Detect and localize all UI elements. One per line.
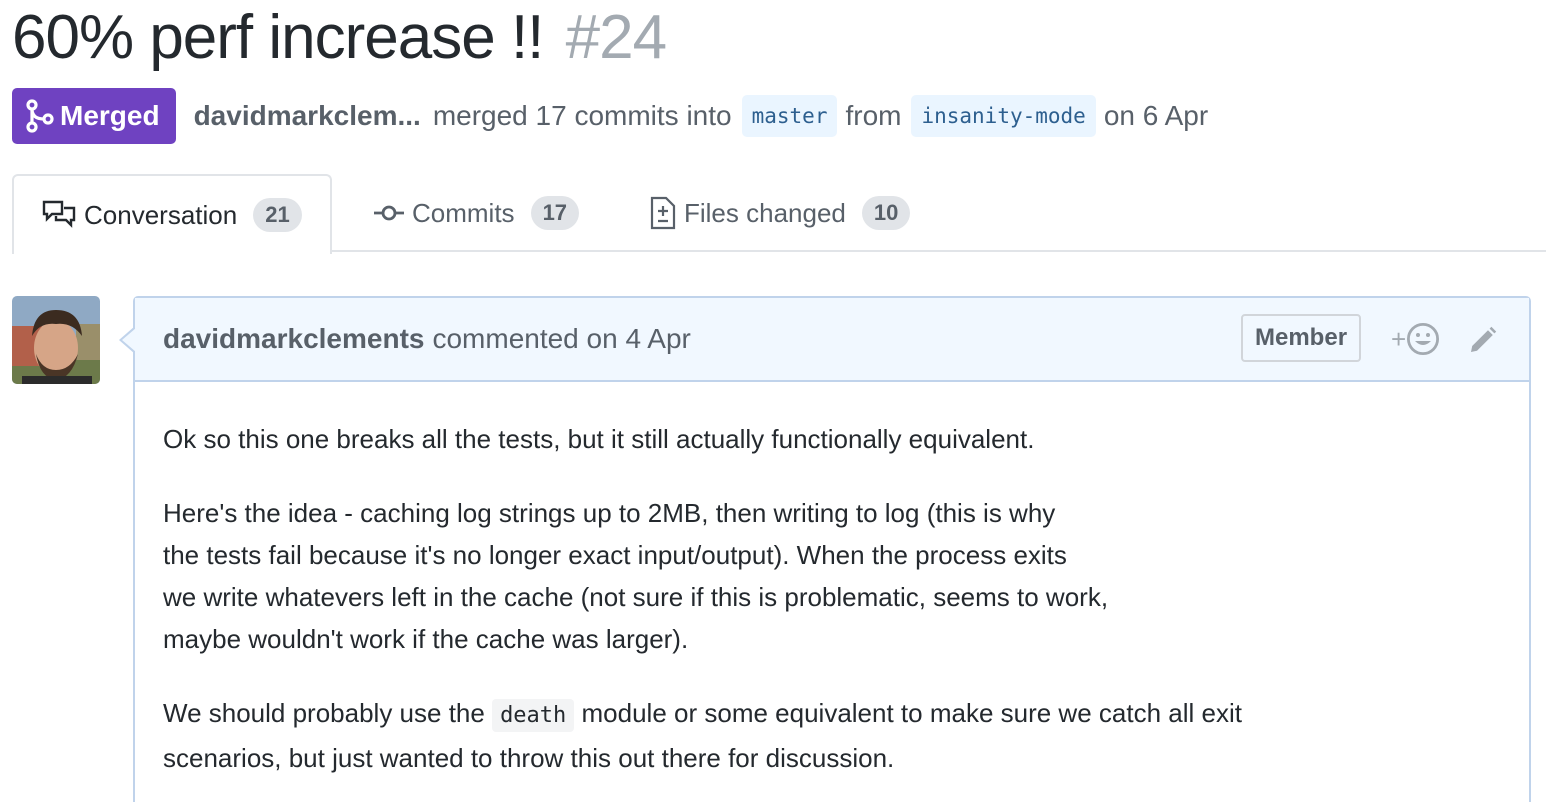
- comment-line: scenarios, but just wanted to throw this…: [163, 743, 895, 773]
- tab-conversation-count: 21: [253, 198, 302, 232]
- comment-line: Here's the idea - caching log strings up…: [163, 498, 1056, 528]
- merged-text: merged 17 commits into: [432, 100, 732, 131]
- pr-number: #24: [565, 3, 667, 72]
- state-label: Merged: [60, 100, 160, 131]
- comment-paragraph-3: We should probably use the death module …: [163, 692, 1501, 779]
- avatar-photo: [12, 296, 100, 384]
- tab-commits-label: Commits: [412, 197, 515, 228]
- comment-paragraph-2: Here's the idea - caching log strings up…: [163, 492, 1501, 660]
- merged-state-badge: Merged: [12, 88, 176, 144]
- pr-author-link[interactable]: davidmarkclem...: [194, 100, 421, 132]
- base-branch[interactable]: master: [741, 95, 838, 137]
- comment-line: we write whatevers left in the cache (no…: [163, 582, 1109, 612]
- diff-icon: [650, 196, 676, 230]
- pr-meta: Merged davidmarkclem... merged 17 commit…: [12, 88, 1218, 144]
- smiley-icon: [1407, 322, 1440, 356]
- edit-comment-button[interactable]: [1469, 326, 1497, 361]
- pr-tabs: Conversation 21 Commits 17 Files changed…: [12, 174, 1546, 254]
- tab-files-changed[interactable]: Files changed 10: [650, 174, 911, 252]
- tab-files-label: Files changed: [684, 197, 846, 228]
- comment-author[interactable]: davidmarkclements: [163, 323, 424, 355]
- add-reaction-button[interactable]: +: [1391, 322, 1440, 356]
- git-merge-icon: [26, 99, 54, 133]
- comment-discussion-icon: [42, 200, 76, 228]
- merge-date: on 6 Apr: [1103, 100, 1209, 131]
- comment-box: davidmarkclements commented on 4 Apr Mem…: [119, 296, 1531, 802]
- inline-code: death: [492, 699, 575, 732]
- reaction-plus: +: [1391, 323, 1407, 354]
- tab-commits-count: 17: [530, 196, 580, 230]
- head-branch[interactable]: insanity-mode: [911, 95, 1096, 137]
- comment-line: the tests fail because it's no longer ex…: [163, 540, 1067, 570]
- avatar[interactable]: [12, 296, 100, 384]
- tab-files-count: 10: [861, 196, 911, 230]
- from-text: from: [845, 100, 902, 131]
- pencil-icon: [1471, 326, 1497, 352]
- tab-commits[interactable]: Commits 17: [374, 174, 580, 252]
- pr-title: 60% perf increase !! #24: [12, 2, 667, 73]
- comment-timestamp[interactable]: commented on 4 Apr: [432, 323, 690, 355]
- comment-line: maybe wouldn't work if the cache was lar…: [163, 624, 689, 654]
- member-label: Member: [1241, 314, 1362, 362]
- pr-title-text: 60% perf increase !!: [12, 3, 544, 72]
- git-commit-icon: [374, 205, 404, 221]
- comment-paragraph-1: Ok so this one breaks all the tests, but…: [163, 424, 1035, 454]
- tab-conversation-label: Conversation: [84, 199, 238, 230]
- comment-text-after: module or some equivalent to make sure w…: [574, 698, 1242, 728]
- comment-text-before: We should probably use the: [163, 698, 493, 728]
- comment-body: Ok so this one breaks all the tests, but…: [135, 382, 1529, 779]
- comment-header: davidmarkclements commented on 4 Apr Mem…: [135, 298, 1529, 382]
- tab-conversation[interactable]: Conversation 21: [12, 174, 332, 254]
